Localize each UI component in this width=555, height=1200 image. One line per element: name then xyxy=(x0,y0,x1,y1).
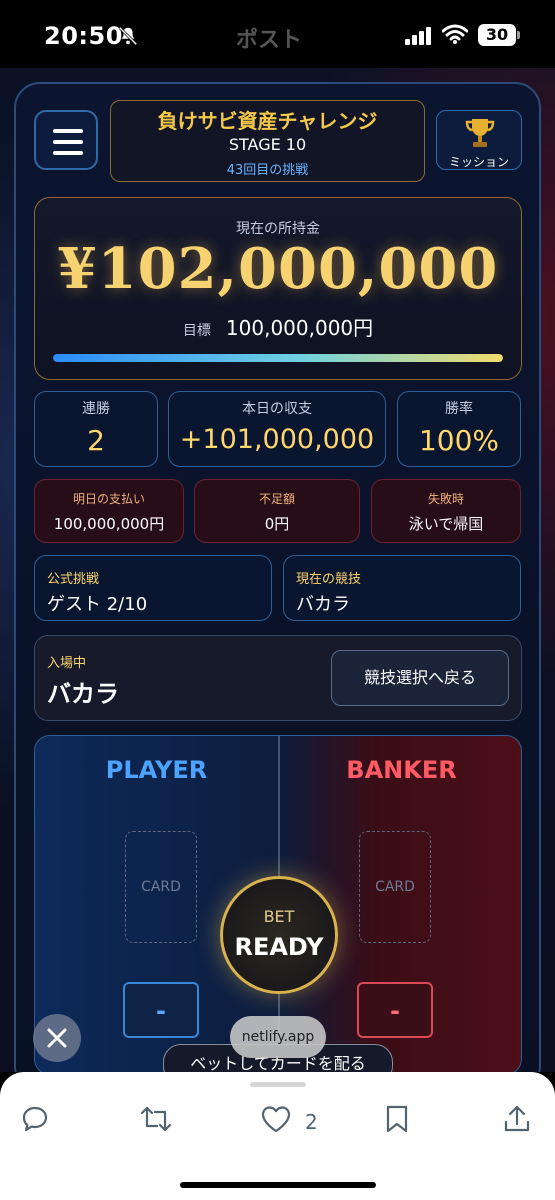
player-side-title[interactable]: PLAYER xyxy=(35,756,278,784)
venue-value: バカラ xyxy=(47,680,119,708)
warning-shortfall: 不足額 0円 xyxy=(194,479,360,543)
stat-value: 100% xyxy=(418,424,500,457)
sheet-handle[interactable] xyxy=(250,1082,306,1087)
app-title: 負けサビ資産チャレンジ xyxy=(157,109,378,133)
battery-icon: 30 xyxy=(478,24,520,46)
repost-icon[interactable] xyxy=(139,1104,173,1134)
ready-label: READY xyxy=(234,933,324,961)
back-to-game-select-button[interactable]: 競技選択へ戻る xyxy=(331,650,509,706)
player-score: - xyxy=(123,982,199,1038)
bookmark-icon[interactable] xyxy=(384,1104,410,1134)
like-heart-icon[interactable] xyxy=(259,1104,293,1134)
stat-label: 勝率 xyxy=(445,401,473,417)
goal-progress-fill xyxy=(53,354,503,362)
bottom-action-bar: 2 xyxy=(0,1072,555,1200)
stat-label: 本日の収支 xyxy=(242,401,312,417)
stat-daily-profit: 本日の収支 +101,000,000 xyxy=(168,391,386,467)
warning-label: 失敗時 xyxy=(427,492,464,506)
goal-value: 100,000,000円 xyxy=(225,316,374,340)
warning-label: 不足額 xyxy=(258,492,295,506)
info-value: ゲスト 2/10 xyxy=(47,594,148,615)
venue-panel: 入場中 バカラ 競技選択へ戻る xyxy=(34,635,522,721)
info-value: バカラ xyxy=(296,594,350,615)
stat-label: 連勝 xyxy=(82,401,110,417)
like-count: 2 xyxy=(305,1110,318,1134)
bet-label: BET xyxy=(263,907,295,926)
stage-label: STAGE 10 xyxy=(228,135,307,154)
banker-score: - xyxy=(357,982,433,1038)
warning-value: 100,000,000円 xyxy=(53,515,165,533)
menu-icon-line xyxy=(53,129,83,133)
title-panel: 負けサビ資産チャレンジ STAGE 10 43回目の挑戦 xyxy=(110,100,425,182)
official-challenge: 公式挑戦 ゲスト 2/10 xyxy=(34,555,272,621)
mission-button[interactable]: ミッション xyxy=(436,110,522,170)
banker-card-slot: CARD xyxy=(359,831,431,943)
stat-win-streak: 連勝 2 xyxy=(34,391,158,467)
goal-progress-bar xyxy=(53,354,503,362)
balance-value: ¥102,000,000 xyxy=(57,236,499,302)
menu-icon-line xyxy=(53,140,83,144)
stat-value: +101,000,000 xyxy=(179,424,375,455)
goal-row: 目標 100,000,000円 xyxy=(35,312,521,341)
reply-icon[interactable] xyxy=(20,1104,50,1134)
warning-payment: 明日の支払い 100,000,000円 xyxy=(34,479,184,543)
warning-label: 明日の支払い xyxy=(72,492,145,506)
status-time: 20:50 xyxy=(44,22,123,50)
banker-side-title[interactable]: BANKER xyxy=(280,756,521,784)
mission-label: ミッション xyxy=(448,155,509,169)
warning-value: 泳いで帰国 xyxy=(408,515,484,533)
share-icon[interactable] xyxy=(503,1104,531,1134)
url-pill[interactable]: netlify.app xyxy=(230,1016,326,1058)
stat-win-rate: 勝率 100% xyxy=(397,391,521,467)
bell-slash-icon xyxy=(118,26,138,46)
signal-icon xyxy=(405,27,431,45)
balance-label: 現在の所持金 xyxy=(236,221,320,237)
menu-button[interactable] xyxy=(34,110,98,170)
balance-panel: 現在の所持金 ¥102,000,000 目標 100,000,000円 xyxy=(34,197,522,380)
info-label: 公式挑戦 xyxy=(47,572,100,587)
status-title: ポスト xyxy=(236,28,303,53)
goal-label: 目標 xyxy=(182,323,211,339)
info-label: 現在の競技 xyxy=(296,572,362,587)
venue-label: 入場中 xyxy=(47,656,87,671)
bet-ready-button[interactable]: BET READY xyxy=(220,876,338,994)
status-bar: 20:50 ポスト 30 xyxy=(0,0,555,68)
menu-icon-line xyxy=(53,151,83,155)
trophy-icon xyxy=(465,119,495,147)
player-card-slot: CARD xyxy=(125,831,197,943)
close-icon xyxy=(47,1028,67,1048)
warning-value: 0円 xyxy=(264,515,290,533)
current-game: 現在の競技 バカラ xyxy=(283,555,521,621)
warning-failure: 失敗時 泳いで帰国 xyxy=(371,479,521,543)
close-button[interactable] xyxy=(33,1014,81,1062)
attempt-label: 43回目の挑戦 xyxy=(226,163,309,178)
stat-value: 2 xyxy=(87,424,105,457)
home-indicator xyxy=(180,1182,376,1188)
wifi-icon xyxy=(442,24,468,44)
